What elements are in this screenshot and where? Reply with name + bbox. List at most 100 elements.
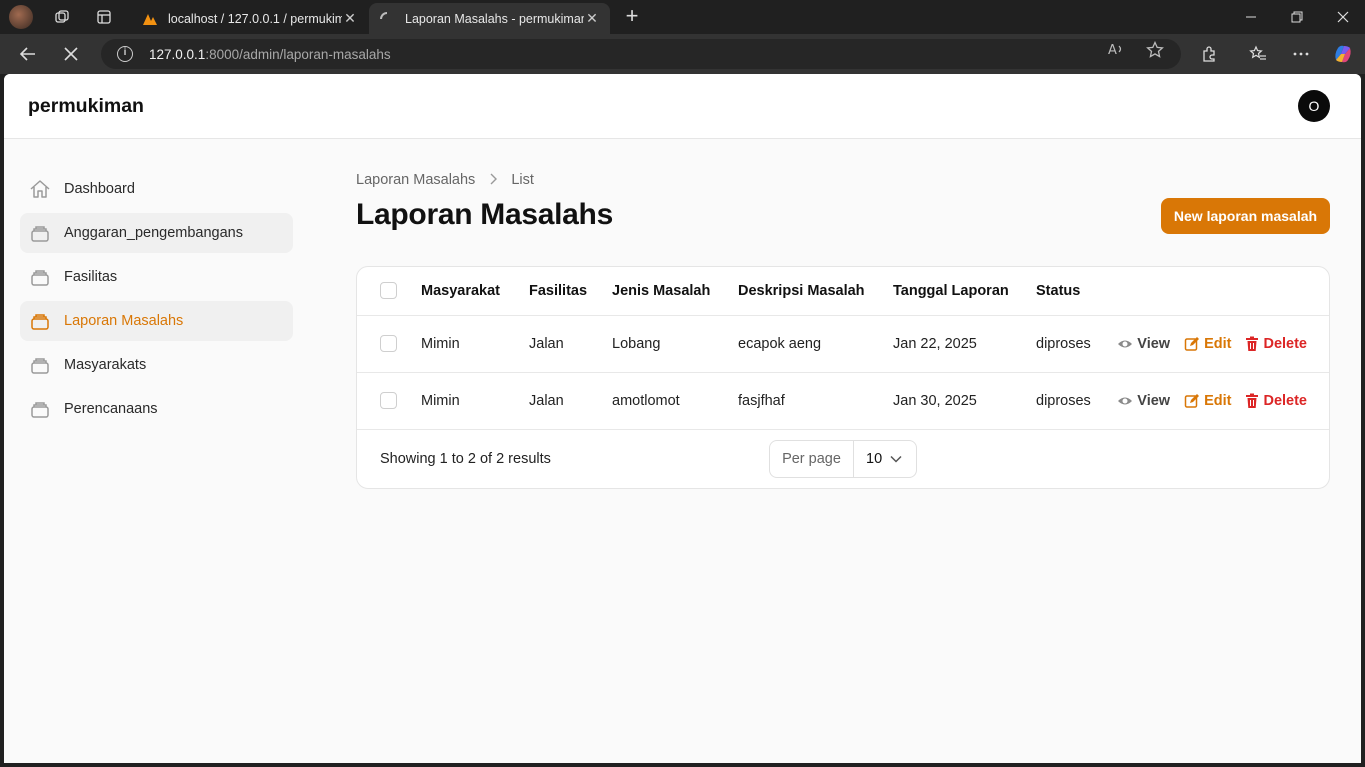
per-page-value: 10 bbox=[866, 451, 883, 467]
column-header-tanggal-laporan[interactable]: Tanggal Laporan bbox=[893, 267, 1036, 316]
delete-action[interactable]: Delete bbox=[1245, 336, 1307, 352]
sidebar-nav: Dashboard Anggaran_pengembangans Fasilit… bbox=[20, 169, 293, 433]
view-label: View bbox=[1137, 335, 1171, 352]
stop-loading-icon[interactable] bbox=[56, 40, 86, 68]
sidebar-item-label: Perencanaans bbox=[64, 401, 158, 417]
breadcrumb-parent-link[interactable]: Laporan Masalahs bbox=[356, 172, 475, 188]
sidebar-item-laporan-masalahs[interactable]: Laporan Masalahs bbox=[20, 301, 293, 341]
delete-action[interactable]: Delete bbox=[1245, 393, 1307, 409]
cell-masyarakat: Mimin bbox=[421, 315, 529, 373]
workspaces-icon[interactable] bbox=[45, 0, 79, 34]
sidebar-item-label: Anggaran_pengembangans bbox=[64, 225, 243, 241]
close-window-icon[interactable] bbox=[1320, 0, 1365, 34]
cell-status: diproses bbox=[1036, 372, 1116, 430]
trash-icon bbox=[1246, 393, 1259, 408]
column-header-jenis-masalah[interactable]: Jenis Masalah bbox=[612, 267, 738, 316]
sidebar-item-label: Fasilitas bbox=[64, 269, 118, 285]
page-title: Laporan Masalahs bbox=[356, 198, 613, 231]
select-all-checkbox[interactable] bbox=[380, 282, 397, 300]
row-actions-cell: View Edit Delete bbox=[1116, 315, 1329, 373]
favorite-star-icon[interactable] bbox=[1146, 40, 1164, 63]
table-row[interactable]: Mimin Jalan Lobang ecapok aeng Jan 22, 2… bbox=[357, 315, 1329, 373]
sidebar-item-label: Laporan Masalahs bbox=[64, 313, 184, 329]
tab-phpmyadmin[interactable]: localhost / 127.0.0.1 / permukima ✕ bbox=[132, 3, 368, 34]
actions-header bbox=[1116, 267, 1329, 316]
browser-tab-bar: localhost / 127.0.0.1 / permukima ✕ Lapo… bbox=[0, 0, 1365, 34]
profile-icon[interactable] bbox=[9, 5, 33, 29]
site-info-icon[interactable]: i bbox=[117, 46, 133, 62]
chevron-right-icon bbox=[489, 173, 498, 188]
tab-title: Laporan Masalahs - permukiman bbox=[405, 11, 584, 26]
extensions-icon[interactable] bbox=[1194, 40, 1224, 68]
tab-actions-icon[interactable] bbox=[87, 0, 121, 34]
stack-icon bbox=[28, 353, 52, 377]
cell-fasilitas: Jalan bbox=[529, 372, 612, 430]
edit-action[interactable]: Edit bbox=[1184, 336, 1231, 352]
minimize-icon[interactable] bbox=[1228, 0, 1274, 34]
view-action[interactable]: View bbox=[1117, 393, 1170, 409]
column-header-status[interactable]: Status bbox=[1036, 267, 1116, 316]
stack-icon bbox=[28, 221, 52, 245]
delete-label: Delete bbox=[1263, 392, 1307, 409]
column-header-masyarakat[interactable]: Masyarakat bbox=[421, 267, 529, 316]
row-actions-cell: View Edit Delete bbox=[1116, 372, 1329, 430]
close-tab-icon[interactable]: ✕ bbox=[584, 10, 600, 27]
results-summary: Showing 1 to 2 of 2 results bbox=[380, 451, 551, 467]
row-checkbox[interactable] bbox=[380, 335, 397, 352]
copilot-icon[interactable] bbox=[1328, 40, 1358, 68]
loading-spinner-icon bbox=[380, 11, 388, 19]
read-aloud-icon[interactable]: A bbox=[1107, 41, 1125, 61]
url-host: 127.0.0.1 bbox=[149, 46, 206, 62]
cell-deskripsi-masalah: fasjfhaf bbox=[738, 372, 893, 430]
sidebar-item-perencanaans[interactable]: Perencanaans bbox=[20, 389, 293, 429]
per-page-select[interactable]: Per page 10 bbox=[769, 440, 917, 478]
edit-label: Edit bbox=[1204, 335, 1232, 352]
close-tab-icon[interactable]: ✕ bbox=[342, 10, 358, 27]
per-page-label: Per page bbox=[770, 441, 854, 477]
eye-icon bbox=[1118, 397, 1133, 404]
row-select-cell bbox=[357, 315, 421, 373]
tab-laporan-masalahs[interactable]: Laporan Masalahs - permukiman ✕ bbox=[369, 3, 610, 34]
cell-masyarakat: Mimin bbox=[421, 372, 529, 430]
svg-text:A: A bbox=[1108, 43, 1117, 57]
chevron-down-icon bbox=[890, 455, 902, 463]
edit-icon bbox=[1184, 336, 1200, 351]
sidebar-item-label: Masyarakats bbox=[64, 357, 147, 373]
user-avatar[interactable]: O bbox=[1298, 90, 1330, 122]
view-action[interactable]: View bbox=[1117, 336, 1170, 352]
url-path: :8000/admin/laporan-masalahs bbox=[205, 46, 391, 62]
new-laporan-masalah-button[interactable]: New laporan masalah bbox=[1161, 198, 1330, 234]
more-menu-icon[interactable] bbox=[1286, 40, 1316, 68]
sidebar-item-masyarakats[interactable]: Masyarakats bbox=[20, 345, 293, 385]
cell-jenis-masalah: Lobang bbox=[612, 315, 738, 373]
sidebar-item-anggaran-pengembangans[interactable]: Anggaran_pengembangans bbox=[20, 213, 293, 253]
data-table: Masyarakat Fasilitas Jenis Masalah Deskr… bbox=[357, 267, 1329, 430]
pagination-footer: Showing 1 to 2 of 2 results Per page 10 bbox=[357, 429, 1329, 488]
view-label: View bbox=[1137, 392, 1171, 409]
brand-title[interactable]: permukiman bbox=[28, 95, 144, 118]
sidebar-item-fasilitas[interactable]: Fasilitas bbox=[20, 257, 293, 297]
cell-tanggal-laporan: Jan 22, 2025 bbox=[893, 315, 1036, 373]
column-header-deskripsi-masalah[interactable]: Deskripsi Masalah bbox=[738, 267, 893, 316]
eye-icon bbox=[1118, 340, 1133, 347]
table-row[interactable]: Mimin Jalan amotlomot fasjfhaf Jan 30, 2… bbox=[357, 372, 1329, 430]
breadcrumb-current: List bbox=[511, 172, 534, 188]
address-bar[interactable]: i 127.0.0.1:8000/admin/laporan-masalahs bbox=[101, 39, 1181, 69]
browser-toolbar: i 127.0.0.1:8000/admin/laporan-masalahs … bbox=[0, 34, 1365, 74]
stack-icon bbox=[28, 265, 52, 289]
back-icon[interactable] bbox=[13, 40, 43, 68]
stack-icon bbox=[28, 397, 52, 421]
edit-icon bbox=[1184, 393, 1200, 408]
trash-icon bbox=[1246, 336, 1259, 351]
row-select-cell bbox=[357, 372, 421, 430]
row-checkbox[interactable] bbox=[380, 392, 397, 409]
favorites-icon[interactable] bbox=[1243, 40, 1273, 68]
new-tab-button[interactable]: + bbox=[620, 5, 644, 29]
edit-action[interactable]: Edit bbox=[1184, 393, 1231, 409]
cell-status: diproses bbox=[1036, 315, 1116, 373]
table-header-row: Masyarakat Fasilitas Jenis Masalah Deskr… bbox=[357, 267, 1329, 316]
sidebar-item-dashboard[interactable]: Dashboard bbox=[20, 169, 293, 209]
restore-icon[interactable] bbox=[1274, 0, 1320, 34]
tab-title: localhost / 127.0.0.1 / permukima bbox=[168, 11, 342, 26]
column-header-fasilitas[interactable]: Fasilitas bbox=[529, 267, 612, 316]
